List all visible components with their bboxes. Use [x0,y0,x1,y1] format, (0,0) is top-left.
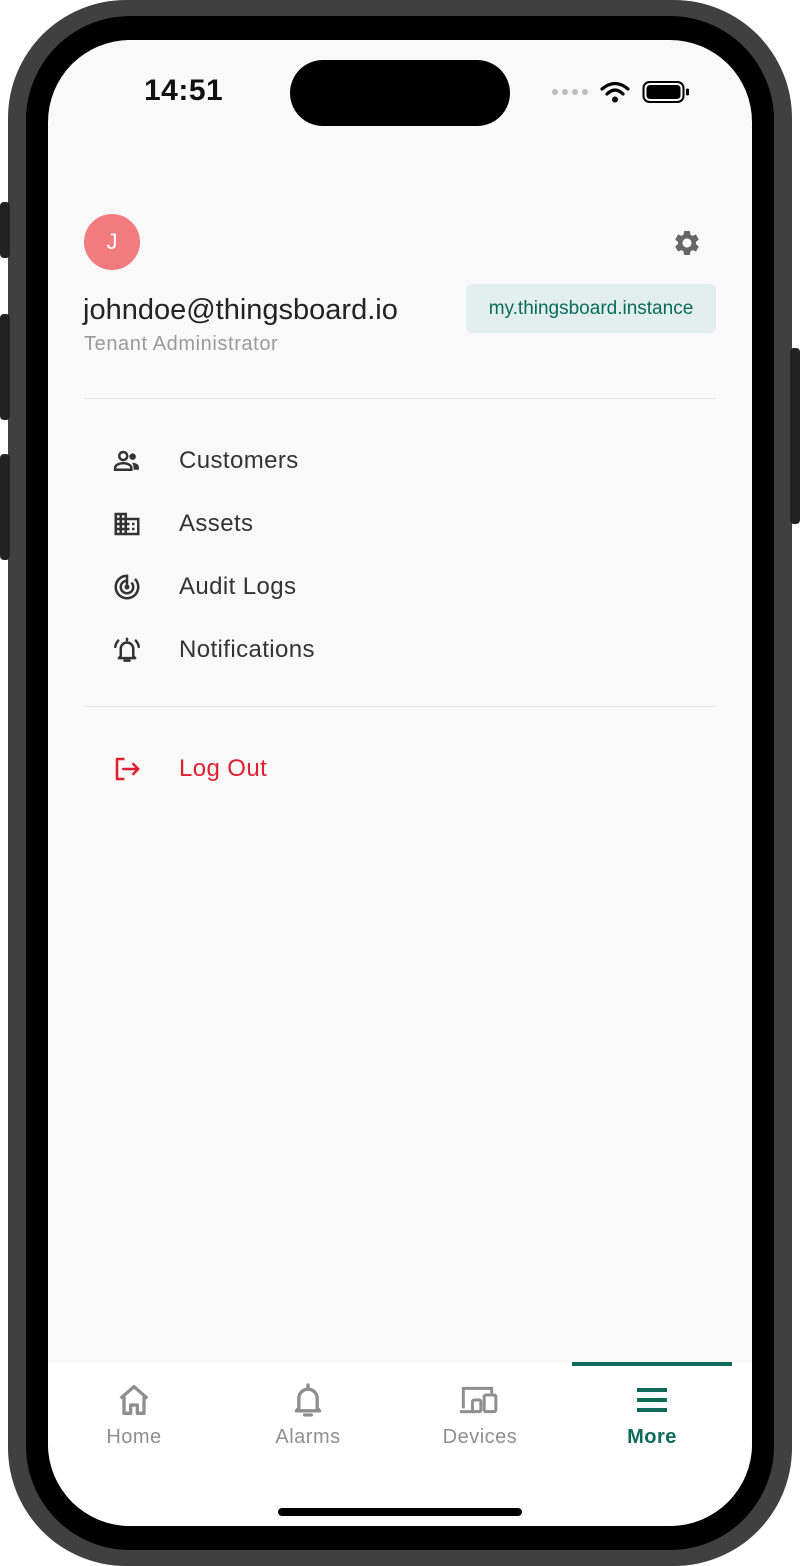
logout-label: Log Out [179,755,268,782]
track-changes-icon [108,568,146,606]
bottom-tab-bar: Home Alarms Devices More [48,1362,752,1526]
menu-item-label: Notifications [179,636,315,663]
cellular-signal-icon [552,89,588,95]
action-button [0,202,10,258]
tab-label: More [627,1426,677,1448]
tab-more[interactable]: More [566,1362,738,1472]
menu-item-notifications[interactable]: Notifications [108,628,315,672]
menu-item-audit-logs[interactable]: Audit Logs [108,565,296,609]
tab-home[interactable]: Home [48,1362,220,1472]
tab-label: Devices [442,1426,518,1448]
volume-up-button [0,314,10,420]
bell-ring-icon [108,631,146,669]
settings-gear-icon[interactable] [672,228,702,258]
home-indicator [278,1508,522,1516]
bell-icon [286,1378,330,1422]
dynamic-island [290,60,510,126]
tab-devices[interactable]: Devices [394,1362,566,1472]
menu-icon [630,1378,674,1422]
avatar[interactable]: J [84,214,140,270]
customers-icon [108,442,146,480]
logout-button[interactable]: Log Out [108,747,267,791]
status-icons [552,80,690,104]
instance-badge: my.thingsboard.instance [466,284,716,333]
user-email: johndoe@thingsboard.io [83,294,398,326]
home-icon [112,1378,156,1422]
divider [84,706,716,707]
wifi-icon [600,81,630,103]
divider [84,398,716,399]
power-button [790,348,800,524]
status-time: 14:51 [144,74,224,107]
battery-icon [642,81,689,103]
volume-down-button [0,454,10,560]
menu-item-customers[interactable]: Customers [108,439,298,483]
user-role: Tenant Administrator [84,333,279,355]
logout-icon [108,750,146,788]
tab-label: Alarms [275,1426,341,1448]
tab-alarms[interactable]: Alarms [222,1362,394,1472]
menu-item-label: Audit Logs [179,573,297,600]
menu-item-label: Customers [179,447,299,474]
tab-label: Home [106,1426,162,1448]
screen: 14:51 J johndoe@thingsboard.io Tenant Ad… [48,40,752,1526]
devices-icon [458,1378,502,1422]
menu-item-assets[interactable]: Assets [108,502,253,546]
menu-item-label: Assets [179,510,254,537]
building-icon [108,505,146,543]
